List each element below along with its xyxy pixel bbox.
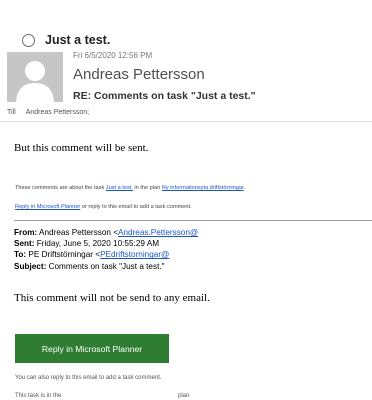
person-placeholder-icon — [7, 52, 63, 102]
quoted-sent: Sent: Friday, June 5, 2020 10:55:29 AM — [14, 238, 372, 249]
email-subject-title: Just a test. — [45, 33, 111, 47]
sender-name[interactable]: Andreas Pettersson — [73, 66, 205, 83]
from-name: Andreas Pettersson < — [37, 228, 118, 237]
to-name-quoted: PE Driftstörningar < — [26, 250, 101, 260]
from-label: From: — [14, 228, 38, 237]
to-label-quoted: To: — [14, 250, 27, 260]
sent-value: Friday, June 5, 2020 10:55:29 AM — [34, 239, 160, 249]
recipient-line: Till Andreas Pettersson; — [7, 109, 89, 116]
to-email-link[interactable]: PEdriftstorningar@ — [100, 250, 169, 259]
reply-in-planner-button[interactable]: Reply in Microsoft Planner — [15, 334, 169, 363]
from-email-link[interactable]: Andreas.Pettersson@ — [118, 228, 198, 237]
subject-value: Comments on task "Just a test." — [46, 261, 165, 271]
to-label: Till — [7, 109, 16, 116]
note-suffix: . — [243, 185, 246, 191]
mark-complete-radio[interactable] — [22, 34, 35, 47]
task-note-plan: plan — [178, 393, 190, 399]
email-subject: RE: Comments on task "Just a test." — [73, 90, 256, 102]
avatar — [7, 52, 63, 102]
reply-note: You can also reply to this email to add … — [15, 375, 162, 381]
reply-in-planner-link[interactable]: Reply in Microsoft Planner — [15, 204, 80, 210]
quoted-to: To: PE Driftstörningar <PEdriftstorninga… — [14, 249, 372, 260]
quoted-from: From: Andreas Pettersson <Andreas.Petter… — [14, 227, 372, 238]
email-date: Fri 6/5/2020 12:56 PM — [73, 51, 153, 60]
comment-text: But this comment will be sent. — [14, 142, 149, 154]
reply-button-label: Reply in Microsoft Planner — [41, 343, 143, 354]
note-mid: in the plan — [132, 185, 162, 191]
planner-suffix: or reply to this email to add a task com… — [80, 204, 192, 210]
plan-link[interactable]: Ny informationsyta driftstörningar — [162, 185, 244, 191]
task-context-note: These comments are about the task Just a… — [15, 185, 245, 191]
note-prefix: These comments are about the task — [15, 185, 106, 191]
quoted-header: From: Andreas Pettersson <Andreas.Petter… — [14, 227, 372, 272]
quoted-comment-text: This comment will not be send to any ema… — [14, 292, 210, 304]
task-plan-note: This task is in the plan — [15, 393, 355, 399]
recipient-name[interactable]: Andreas Pettersson; — [26, 109, 89, 116]
quoted-subject: Subject: Comments on task "Just a test." — [14, 261, 372, 272]
subject-label: Subject: — [14, 261, 47, 271]
task-note-text: This task is in the — [15, 393, 62, 399]
task-link[interactable]: Just a test. — [106, 185, 133, 191]
planner-reply-line: Reply in Microsoft Planner or reply to t… — [15, 204, 192, 210]
header-divider — [0, 121, 372, 122]
quoted-divider — [14, 220, 372, 221]
sent-label: Sent: — [14, 239, 35, 249]
